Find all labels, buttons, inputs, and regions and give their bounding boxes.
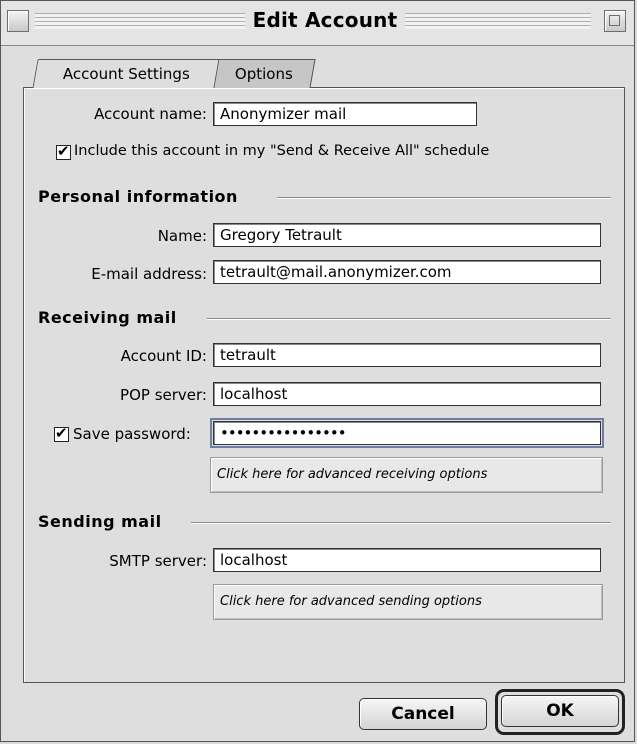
save-password-checkbox[interactable] (54, 424, 69, 442)
save-password-label: Save password: (73, 425, 191, 443)
window-title: Edit Account (252, 8, 398, 32)
include-send-receive-label: Include this account in my "Send & Recei… (74, 143, 490, 159)
sending-mail-divider (191, 522, 611, 524)
name-label: Name: (157, 227, 207, 245)
tab-account-settings[interactable]: Account Settings (32, 59, 220, 88)
pop-server-label: POP server: (120, 386, 207, 404)
edit-account-window: Edit Account Account Settings Options Ac… (0, 0, 635, 742)
personal-information-divider (277, 197, 611, 199)
account-id-label: Account ID: (120, 347, 207, 365)
account-id-field[interactable]: tetrault (213, 343, 601, 367)
account-name-field[interactable]: Anonymizer mail (213, 102, 477, 126)
password-field[interactable]: •••••••••••••••• (210, 418, 604, 448)
title-bar-stripes-right (405, 13, 591, 29)
title-bar-stripes-left (35, 13, 245, 29)
ok-button[interactable]: OK (501, 695, 619, 727)
email-address-label: E-mail address: (91, 265, 207, 283)
receiving-mail-heading: Receiving mail (38, 308, 177, 327)
tab-options[interactable]: Options (212, 59, 316, 88)
smtp-server-field[interactable]: localhost (213, 548, 601, 572)
personal-information-heading: Personal information (38, 187, 238, 206)
zoom-box-icon[interactable] (604, 10, 626, 32)
advanced-receiving-options-button[interactable]: Click here for advanced receiving option… (210, 457, 603, 493)
advanced-sending-options-button[interactable]: Click here for advanced sending options (213, 584, 603, 620)
cancel-button[interactable]: Cancel (359, 698, 487, 730)
name-field[interactable]: Gregory Tetrault (213, 223, 601, 247)
pop-server-field[interactable]: localhost (213, 382, 601, 406)
title-bar[interactable]: Edit Account (1, 1, 634, 46)
close-box-icon[interactable] (7, 10, 29, 32)
smtp-server-label: SMTP server: (109, 552, 207, 570)
receiving-mail-divider (207, 318, 611, 320)
email-address-field[interactable]: tetrault@mail.anonymizer.com (213, 260, 601, 284)
include-send-receive-checkbox[interactable] (56, 142, 71, 160)
account-name-label: Account name: (94, 105, 207, 123)
sending-mail-heading: Sending mail (38, 512, 162, 531)
